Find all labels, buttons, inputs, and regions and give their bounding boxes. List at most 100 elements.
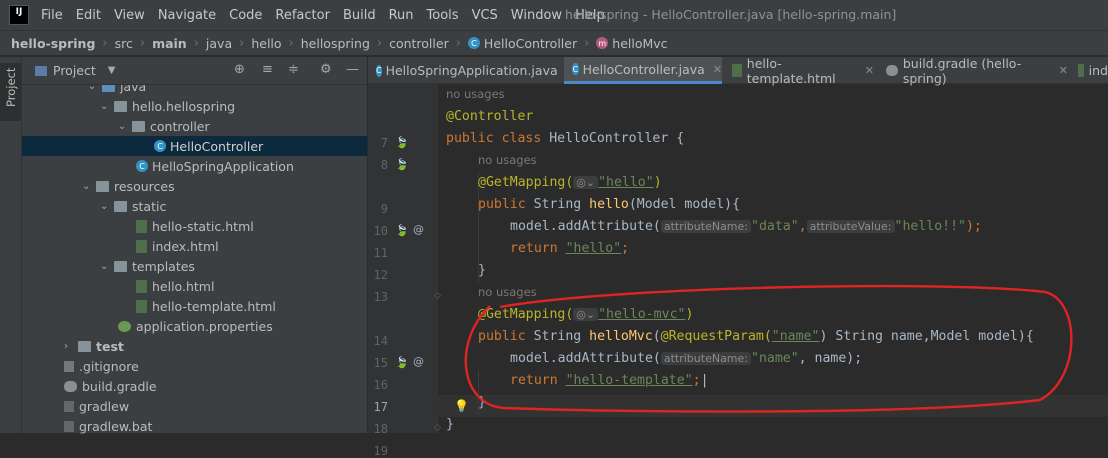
gear-icon[interactable]: ⚙	[320, 62, 332, 77]
tab-build-gradle[interactable]: build.gradle (hello-spring) ✕	[878, 56, 1068, 86]
close-icon[interactable]: ✕	[1059, 64, 1068, 77]
red-highlight-outline	[464, 284, 1073, 413]
file-icon	[64, 420, 74, 432]
breadcrumb-class[interactable]: HelloController	[484, 36, 577, 51]
expand-all-icon[interactable]: ≡	[262, 62, 273, 77]
code-line-10: public String hello(Model model){	[478, 197, 741, 212]
class-icon: C	[572, 63, 579, 75]
menu-file[interactable]: File	[41, 8, 63, 23]
locate-icon[interactable]: ⊕	[234, 62, 245, 77]
breadcrumb-src[interactable]: src	[115, 36, 133, 51]
tree-item-java[interactable]: ⌄ java	[22, 85, 367, 96]
menu-window[interactable]: Window	[511, 8, 562, 23]
breadcrumb-separator: ›	[239, 35, 245, 51]
hide-icon[interactable]: —	[346, 62, 359, 77]
menu-run[interactable]: Run	[389, 8, 414, 23]
html-file-icon	[136, 279, 147, 293]
chevron-down-icon[interactable]: ▼	[108, 65, 116, 76]
line-number: 13	[373, 290, 388, 304]
tree-item-controller[interactable]: ⌄ controller	[22, 116, 367, 136]
chevron-down-icon[interactable]: ⌄	[100, 261, 114, 272]
spring-mapping-icon[interactable]: 🍃	[395, 356, 409, 369]
spring-bean-icon[interactable]: 🍃	[395, 158, 409, 171]
tree-item-hello-html[interactable]: hello.html	[22, 276, 367, 296]
menu-code[interactable]: Code	[229, 8, 262, 23]
menu-view[interactable]: View	[114, 8, 145, 23]
tab-hello-template[interactable]: hello-template.html ✕	[724, 56, 874, 86]
chevron-down-icon[interactable]: ⌄	[88, 85, 102, 92]
tree-item-build-gradle[interactable]: build.gradle	[22, 376, 367, 396]
chevron-down-icon[interactable]: ⌄	[118, 121, 132, 132]
project-tool-tab[interactable]: Project	[0, 63, 21, 121]
menu-navigate[interactable]: Navigate	[158, 8, 216, 23]
source-folder-icon	[102, 85, 115, 92]
spring-bean-icon[interactable]: 🍃	[395, 136, 409, 149]
chevron-right-icon[interactable]: ›	[64, 341, 78, 352]
tab-hellocontroller[interactable]: C HelloController.java ✕	[564, 57, 722, 84]
project-panel-title[interactable]: Project	[53, 63, 96, 78]
tool-window-strip: Project	[0, 57, 22, 433]
spring-mapping-icon[interactable]: 🍃	[395, 224, 409, 237]
usages-hint[interactable]: no usages	[446, 87, 505, 101]
close-icon[interactable]: ✕	[865, 64, 874, 77]
code-line-9: @GetMapping(◎⌄ "hello")	[478, 175, 662, 190]
window-title: hello-spring - HelloController.java [hel…	[565, 7, 897, 22]
package-icon	[132, 120, 145, 132]
folder-icon	[78, 340, 91, 352]
chevron-down-icon[interactable]: ⌄	[100, 101, 114, 112]
breadcrumb-hello[interactable]: hello	[251, 36, 281, 51]
breadcrumb-project[interactable]: hello-spring	[11, 36, 95, 51]
tree-item-gradlew[interactable]: gradlew	[22, 396, 367, 416]
menu-build[interactable]: Build	[343, 8, 376, 23]
at-annotation-icon[interactable]: @	[413, 223, 424, 236]
tree-item-application-properties[interactable]: application.properties	[22, 316, 367, 336]
project-panel: Project ▼ ⊕ ≡ ≑ ⚙ — ⌄ java ⌄ hello.hellosp…	[22, 57, 387, 434]
menu-edit[interactable]: Edit	[76, 8, 101, 23]
editor-tabs: C HelloSpringApplication.java ✕ C HelloC…	[368, 56, 1108, 86]
breadcrumb-separator: ›	[376, 35, 383, 51]
tree-item-hellocontroller[interactable]: C HelloController	[22, 136, 367, 156]
tab-index[interactable]: ind	[1070, 57, 1108, 84]
breadcrumb-controller[interactable]: controller	[389, 36, 449, 51]
close-icon[interactable]: ✕	[713, 63, 722, 76]
intellij-logo-icon[interactable]: IJ	[9, 5, 29, 25]
menu-tools[interactable]: Tools	[427, 8, 459, 23]
breadcrumb-method[interactable]: helloMvc	[612, 36, 667, 51]
tree-item-gitignore[interactable]: .gitignore	[22, 356, 367, 376]
breadcrumb-separator: ›	[102, 35, 108, 51]
breadcrumb-java[interactable]: java	[206, 36, 232, 51]
tree-item-package[interactable]: ⌄ hello.hellospring	[22, 96, 367, 116]
tree-item-test[interactable]: › test	[22, 336, 367, 356]
tree-item-templates[interactable]: ⌄ templates	[22, 256, 367, 276]
collapse-all-icon[interactable]: ≑	[288, 62, 299, 77]
menu-vcs[interactable]: VCS	[472, 8, 498, 23]
line-number: 7	[380, 136, 388, 150]
breadcrumb-separator: ›	[139, 35, 146, 51]
tree-item-index[interactable]: index.html	[22, 236, 367, 256]
at-annotation-icon[interactable]: @	[413, 355, 424, 368]
line-number: 18	[373, 422, 388, 436]
tree-item-static[interactable]: ⌄ static	[22, 196, 367, 216]
file-icon	[64, 400, 74, 412]
tree-item-application[interactable]: C HelloSpringApplication	[22, 156, 367, 176]
chevron-down-icon[interactable]: ⌄	[82, 181, 96, 192]
chevron-down-icon[interactable]: ⌄	[100, 201, 114, 212]
tree-item-hello-template[interactable]: hello-template.html	[22, 296, 367, 316]
breadcrumb-main[interactable]: main	[152, 36, 187, 51]
tree-item-resources[interactable]: ⌄ resources	[22, 176, 367, 196]
menu-refactor[interactable]: Refactor	[275, 8, 330, 23]
line-number: 12	[373, 268, 388, 282]
class-icon: C	[154, 140, 166, 152]
breadcrumb-hellospring[interactable]: hellospring	[301, 36, 370, 51]
breadcrumb-separator: ›	[288, 35, 294, 51]
tree-item-gradlew-bat[interactable]: gradlew.bat	[22, 416, 367, 434]
usages-hint[interactable]: no usages	[478, 153, 537, 167]
editor: C HelloSpringApplication.java ✕ C HelloC…	[368, 56, 1108, 458]
spring-class-icon: C	[136, 160, 148, 172]
tab-hellospringapplication[interactable]: C HelloSpringApplication.java ✕	[368, 57, 575, 84]
html-file-icon	[136, 219, 147, 233]
folder-icon	[114, 260, 127, 272]
code-area[interactable]: no usages @Controller public class Hello…	[438, 84, 1108, 433]
html-file-icon	[1078, 64, 1084, 77]
tree-item-hello-static[interactable]: hello-static.html	[22, 216, 367, 236]
